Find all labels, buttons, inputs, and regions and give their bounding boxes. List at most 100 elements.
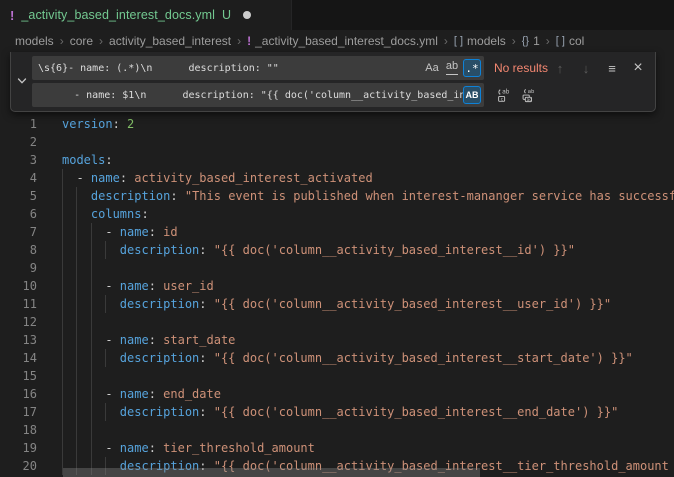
find-replace-widget: \s{6}- name: (.*)\n description: "" Aa a… bbox=[10, 52, 656, 112]
code-line[interactable]: 4 - name: activity_based_interest_activa… bbox=[0, 169, 674, 187]
code-line[interactable]: 8 description: "{{ doc('column__activity… bbox=[0, 241, 674, 259]
indent-guide bbox=[62, 259, 63, 277]
line-number: 16 bbox=[0, 385, 37, 403]
code-text: - name: activity_based_interest_activate… bbox=[62, 169, 373, 187]
code-line[interactable]: 13 - name: start_date bbox=[0, 331, 674, 349]
svg-text:c: c bbox=[500, 97, 503, 102]
line-number: 11 bbox=[0, 295, 37, 313]
code-text: models: bbox=[62, 151, 113, 169]
line-number: 2 bbox=[0, 133, 37, 151]
find-in-selection-button[interactable]: ≡ bbox=[602, 58, 622, 78]
breadcrumb-separator: › bbox=[512, 34, 516, 48]
indent-guide bbox=[76, 313, 77, 331]
indent-guide bbox=[91, 367, 92, 385]
code-line[interactable]: 15 bbox=[0, 367, 674, 385]
vscode-window: ! _activity_based_interest_docs.yml U mo… bbox=[0, 0, 674, 477]
code-line[interactable]: 10 - name: user_id bbox=[0, 277, 674, 295]
horizontal-scrollbar[interactable] bbox=[63, 468, 480, 477]
indent-guide bbox=[91, 313, 92, 331]
svg-text:ab: ab bbox=[527, 89, 534, 95]
code-line[interactable]: 1version: 2 bbox=[0, 115, 674, 133]
code-text: - name: end_date bbox=[62, 385, 221, 403]
code-line[interactable]: 12 bbox=[0, 313, 674, 331]
indent-guide bbox=[91, 259, 92, 277]
breadcrumb-item[interactable]: [ ] models bbox=[454, 34, 506, 48]
chevron-down-icon bbox=[15, 74, 29, 88]
breadcrumb-label: 1 bbox=[533, 34, 540, 48]
breadcrumb-item[interactable]: [ ] col bbox=[556, 34, 585, 48]
next-match-button[interactable]: ↓ bbox=[576, 58, 596, 78]
line-number: 18 bbox=[0, 421, 37, 439]
yaml-file-icon: ! bbox=[247, 34, 251, 48]
breadcrumb-separator: › bbox=[60, 34, 64, 48]
line-number: 1 bbox=[0, 115, 37, 133]
regex-button[interactable]: .* bbox=[463, 59, 481, 77]
code-text: - name: start_date bbox=[62, 331, 235, 349]
whole-word-button[interactable]: ab bbox=[443, 59, 461, 77]
breadcrumb-separator: › bbox=[99, 34, 103, 48]
code-line[interactable]: 14 description: "{{ doc('column__activit… bbox=[0, 349, 674, 367]
line-number: 4 bbox=[0, 169, 37, 187]
replace-icon: ab c bbox=[496, 88, 511, 103]
breadcrumb-separator: › bbox=[237, 34, 241, 48]
breadcrumb-item[interactable]: activity_based_interest bbox=[109, 34, 231, 48]
yaml-file-icon: ! bbox=[10, 8, 14, 23]
line-number: 15 bbox=[0, 367, 37, 385]
code-text: - name: id bbox=[62, 223, 178, 241]
breadcrumb-label: models bbox=[467, 34, 506, 48]
code-line[interactable]: 16 - name: end_date bbox=[0, 385, 674, 403]
line-number: 5 bbox=[0, 187, 37, 205]
code-line[interactable]: 5 description: "This event is published … bbox=[0, 187, 674, 205]
code-line[interactable]: 18 bbox=[0, 421, 674, 439]
code-editor[interactable]: 1version: 223models:4 - name: activity_b… bbox=[0, 52, 674, 477]
breadcrumb-label: _activity_based_interest_docs.yml bbox=[255, 34, 438, 48]
line-number: 13 bbox=[0, 331, 37, 349]
breadcrumb-item[interactable]: models bbox=[15, 34, 54, 48]
code-text: description: "{{ doc('column__activity_b… bbox=[62, 241, 575, 259]
line-number: 3 bbox=[0, 151, 37, 169]
code-line[interactable]: 7 - name: id bbox=[0, 223, 674, 241]
find-query-text: \s{6}- name: (.*)\n description: "" bbox=[32, 63, 423, 74]
match-case-button[interactable]: Aa bbox=[423, 59, 441, 77]
indent-guide bbox=[91, 421, 92, 439]
symbol-array-icon: [ ] bbox=[454, 35, 463, 47]
symbol-object-icon: {} bbox=[522, 35, 529, 47]
svg-text:ac: ac bbox=[526, 96, 531, 101]
tab-filename: _activity_based_interest_docs.yml bbox=[21, 8, 215, 22]
line-number: 10 bbox=[0, 277, 37, 295]
preserve-case-button[interactable]: AB bbox=[463, 86, 481, 104]
find-input[interactable]: \s{6}- name: (.*)\n description: "" Aa a… bbox=[32, 56, 484, 80]
code-line[interactable]: 17 description: "{{ doc('column__activit… bbox=[0, 403, 674, 421]
replace-one-button[interactable]: ab c bbox=[493, 85, 513, 105]
code-text: description: "This event is published wh… bbox=[62, 187, 674, 205]
breadcrumb-item[interactable]: core bbox=[70, 34, 93, 48]
previous-match-button[interactable]: ↑ bbox=[550, 58, 570, 78]
code-text: description: "{{ doc('column__activity_b… bbox=[62, 349, 633, 367]
toggle-replace-chevron[interactable] bbox=[11, 56, 32, 106]
code-line[interactable]: 2 bbox=[0, 133, 674, 151]
find-row: \s{6}- name: (.*)\n description: "" Aa a… bbox=[32, 56, 649, 80]
tab-active-file[interactable]: ! _activity_based_interest_docs.yml U bbox=[0, 0, 292, 30]
code-line[interactable]: 6 columns: bbox=[0, 205, 674, 223]
code-line[interactable]: 9 bbox=[0, 259, 674, 277]
unsaved-changes-dot[interactable] bbox=[243, 11, 251, 19]
code-line[interactable]: 3 models: bbox=[0, 151, 674, 169]
replace-all-button[interactable]: ab ac bbox=[518, 85, 538, 105]
breadcrumb-label: activity_based_interest bbox=[109, 34, 231, 48]
replace-value-text: - name: $1\n description: "{{ doc('colum… bbox=[32, 90, 463, 101]
breadcrumb-item[interactable]: ! _activity_based_interest_docs.yml bbox=[247, 34, 438, 48]
symbol-array-icon: [ ] bbox=[556, 35, 565, 47]
replace-input[interactable]: - name: $1\n description: "{{ doc('colum… bbox=[32, 83, 484, 107]
code-text: description: "{{ doc('column__activity_b… bbox=[62, 295, 611, 313]
find-results-count: No results bbox=[494, 61, 548, 75]
code-text: - name: tier_threshold_amount bbox=[62, 439, 315, 457]
close-find-button[interactable]: × bbox=[628, 58, 648, 78]
indent-guide bbox=[62, 421, 63, 439]
breadcrumb-item[interactable]: {} 1 bbox=[522, 34, 540, 48]
code-line[interactable]: 19 - name: tier_threshold_amount bbox=[0, 439, 674, 457]
breadcrumb: models › core › activity_based_interest ›! _ac… bbox=[0, 30, 674, 52]
replace-all-icon: ab ac bbox=[521, 88, 536, 103]
breadcrumb-label: col bbox=[569, 34, 584, 48]
code-line[interactable]: 11 description: "{{ doc('column__activit… bbox=[0, 295, 674, 313]
tab-bar: ! _activity_based_interest_docs.yml U bbox=[0, 0, 674, 30]
